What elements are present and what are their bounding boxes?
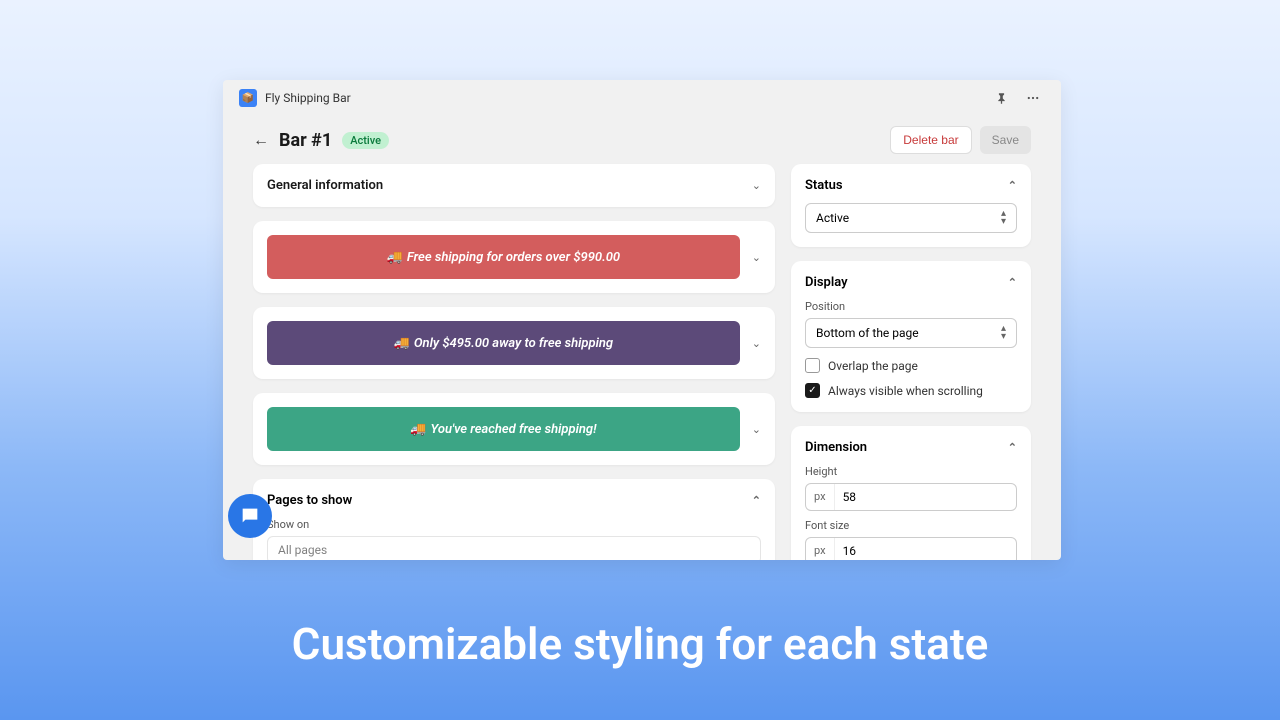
status-title: Status [805,178,843,193]
select-sort-icon: ▴▾ [1001,325,1006,341]
pages-to-show-title: Pages to show [267,493,352,508]
status-select[interactable]: Active ▴▾ [805,203,1017,233]
position-label: Position [805,300,1017,313]
app-title: Fly Shipping Bar [265,91,989,105]
overlap-checkbox[interactable] [805,358,820,373]
overlap-checkbox-row[interactable]: Overlap the page [805,358,1017,373]
content: General information ⌄ 🚚Free shipping for… [223,164,1061,560]
height-label: Height [805,465,1017,478]
marketing-caption: Customizable styling for each state [0,618,1280,670]
app-window: 📦 Fly Shipping Bar ← Bar #1 Active Delet… [223,80,1061,560]
chevron-down-icon[interactable]: ⌄ [752,423,761,436]
delete-bar-button[interactable]: Delete bar [890,126,971,154]
chevron-down-icon[interactable]: ⌄ [752,251,761,264]
app-icon: 📦 [239,89,257,107]
bar-preview-box: 🚚Free shipping for orders over $990.00 [267,235,740,279]
display-card: Display ⌃ Position Bottom of the page ▴▾… [791,261,1031,412]
display-title: Display [805,275,848,290]
app-header: 📦 Fly Shipping Bar [223,80,1061,116]
save-button[interactable]: Save [980,126,1031,154]
select-sort-icon: ▴▾ [1001,210,1006,226]
more-icon[interactable] [1021,86,1045,110]
bar-preview-box: 🚚You've reached free shipping! [267,407,740,451]
general-info-title: General information [267,178,383,193]
pin-icon[interactable] [989,86,1013,110]
fontsize-unit: px [806,538,835,560]
bar-preview-box: 🚚Only $495.00 away to free shipping [267,321,740,365]
fontsize-label: Font size [805,519,1017,532]
bar-preview-card[interactable]: 🚚Free shipping for orders over $990.00 ⌄ [253,221,775,293]
right-column: Status ⌃ Active ▴▾ Display ⌃ Position Bo… [791,164,1031,560]
height-unit: px [806,484,835,510]
header-actions: Delete bar Save [890,126,1031,154]
chat-bubble-icon[interactable] [228,494,272,538]
chevron-down-icon: ⌄ [752,179,761,192]
always-visible-label: Always visible when scrolling [828,384,983,398]
status-card: Status ⌃ Active ▴▾ [791,164,1031,247]
height-input[interactable]: px 58 [805,483,1017,511]
dimension-card: Dimension ⌃ Height px 58 Font size px 16 [791,426,1031,560]
page-header: ← Bar #1 Active Delete bar Save [223,116,1061,164]
chevron-up-icon[interactable]: ⌃ [1008,179,1017,192]
app-actions-group [989,86,1045,110]
always-visible-checkbox[interactable]: ✓ [805,383,820,398]
chevron-down-icon[interactable]: ⌄ [752,337,761,350]
chevron-up-icon[interactable]: ⌃ [752,494,761,507]
chevron-up-icon[interactable]: ⌃ [1008,441,1017,454]
dimension-title: Dimension [805,440,867,455]
fontsize-input[interactable]: px 16 [805,537,1017,560]
position-select[interactable]: Bottom of the page ▴▾ [805,318,1017,348]
page-title: Bar #1 [279,130,332,151]
bar-preview-card[interactable]: 🚚You've reached free shipping! ⌄ [253,393,775,465]
bar-preview-card[interactable]: 🚚Only $495.00 away to free shipping ⌄ [253,307,775,379]
left-column: General information ⌄ 🚚Free shipping for… [253,164,775,560]
pages-to-show-card: Pages to show ⌃ Show on All pages [253,479,775,560]
height-value[interactable]: 58 [835,484,1016,510]
back-arrow-icon[interactable]: ← [253,130,269,150]
always-visible-checkbox-row[interactable]: ✓ Always visible when scrolling [805,383,1017,398]
chevron-up-icon[interactable]: ⌃ [1008,276,1017,289]
overlap-label: Overlap the page [828,359,918,373]
show-on-label: Show on [267,518,761,531]
status-badge: Active [342,132,389,149]
show-on-select[interactable]: All pages [267,536,761,560]
fontsize-value[interactable]: 16 [835,538,1016,560]
general-info-card[interactable]: General information ⌄ [253,164,775,207]
